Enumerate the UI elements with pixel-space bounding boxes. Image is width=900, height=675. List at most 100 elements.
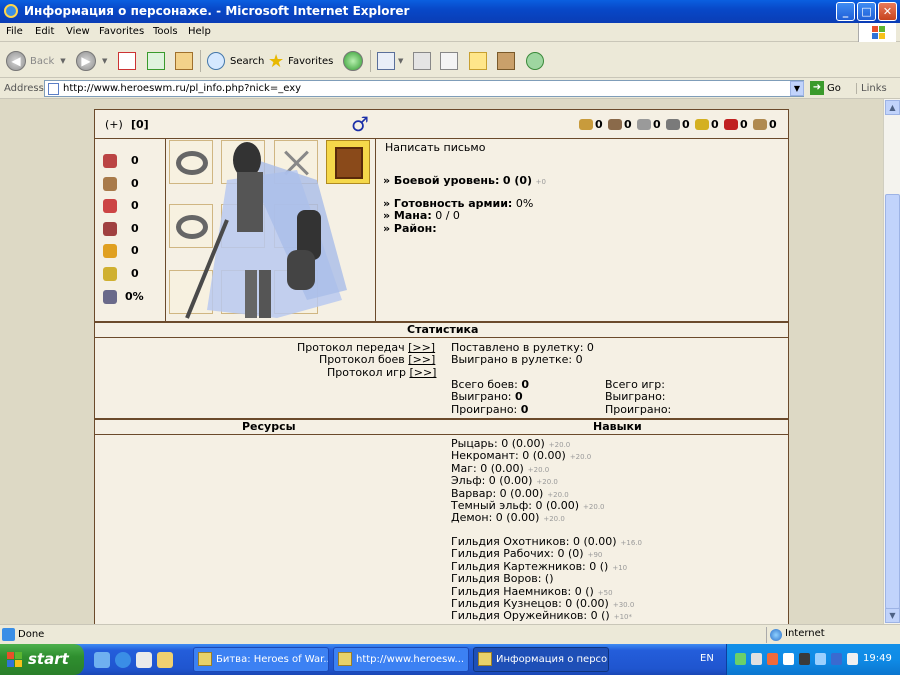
spellpower-icon [103, 199, 117, 214]
health-value: 0% [125, 289, 144, 303]
quicklaunch-ie-icon[interactable] [115, 652, 131, 668]
tray-volume-icon[interactable] [751, 653, 762, 665]
quicklaunch-media-icon[interactable] [136, 652, 152, 668]
address-input[interactable]: http://www.heroeswm.ru/pl_info.php?nick=… [44, 80, 804, 97]
scroll-down-button[interactable]: ▼ [885, 608, 900, 623]
research-button[interactable] [497, 50, 515, 72]
print-button[interactable] [413, 50, 431, 72]
menu-favorites[interactable]: Favorites [99, 26, 144, 37]
scroll-thumb[interactable] [885, 194, 900, 609]
menu-tools[interactable]: Tools [153, 26, 178, 37]
address-bar: Address http://www.heroeswm.ru/pl_info.p… [0, 79, 900, 99]
status-bar: Done Internet [0, 624, 900, 644]
battles-won: Выиграно: 0 [451, 390, 523, 403]
menu-file[interactable]: File [6, 26, 23, 37]
morale-icon [103, 267, 117, 281]
menu-view[interactable]: View [66, 26, 90, 37]
refresh-button[interactable] [147, 50, 165, 72]
forward-arrow-icon: ▶ [76, 51, 96, 71]
character-panel: (+) [0] ♂ 0000000 0 0 0 0 0 0 0% Написат… [94, 109, 789, 624]
close-button[interactable]: ✕ [878, 2, 897, 21]
luck-value: 0 [131, 244, 139, 258]
globe-icon [770, 629, 782, 641]
page-done-icon [2, 628, 15, 641]
add-friend-link[interactable]: (+) [105, 118, 123, 131]
home-icon [175, 52, 193, 70]
skills-title: Навыки [593, 420, 642, 433]
tray-app2-icon[interactable] [799, 653, 810, 665]
combat-level-value: 0 (0) [502, 174, 533, 187]
crystal-icon [695, 119, 709, 130]
back-arrow-icon: ◀ [6, 51, 26, 71]
minimize-button[interactable]: _ [836, 2, 855, 21]
menu-edit[interactable]: Edit [35, 26, 54, 37]
links-button[interactable]: Links [856, 83, 887, 94]
forward-button[interactable]: ▶ ▼ [76, 50, 107, 72]
stop-button[interactable] [118, 50, 136, 72]
research-icon [497, 52, 515, 70]
go-button[interactable]: ➜ Go [810, 81, 841, 95]
guild-skill-row: Гильдия Воров: () [451, 572, 554, 586]
clock: 19:49 [863, 653, 892, 664]
guild-skill-row: Гильдия Картежников: 0 () +10 [451, 559, 628, 573]
edit-button[interactable] [440, 50, 458, 72]
task-character-info[interactable]: Информация о персо... [473, 647, 609, 672]
address-dropdown[interactable]: ▼ [790, 81, 804, 96]
resource-gem: 0 [724, 118, 748, 131]
messenger-icon [526, 52, 544, 70]
guild-skill-row: Гильдия Оружейников: 0 () +10* [451, 609, 632, 623]
back-button[interactable]: ◀ Back ▼ [6, 50, 66, 72]
games-protocol: Протокол игр [>>] [327, 366, 437, 379]
tray-network-icon[interactable] [735, 653, 746, 665]
male-gender-icon: ♂ [351, 112, 369, 136]
history-button[interactable] [343, 50, 363, 72]
defense-value: 0 [131, 176, 139, 190]
statistics-title: Статистика [407, 323, 479, 336]
address-label: Address [4, 83, 44, 94]
printer-icon [413, 52, 431, 70]
morale-value: 0 [131, 267, 139, 280]
vertical-scrollbar[interactable]: ▲ ▼ [883, 99, 900, 624]
language-indicator[interactable]: EN [700, 653, 714, 664]
start-button[interactable]: start [0, 644, 84, 675]
mail-button[interactable]: ▼ [377, 50, 403, 72]
tray-security-icon[interactable] [767, 653, 778, 665]
security-zone: Internet [766, 627, 882, 643]
messenger-button[interactable] [526, 50, 544, 72]
scroll-up-button[interactable]: ▲ [885, 100, 900, 115]
guild-skill-row: Гильдия Кузнецов: 0 (0.00) +30.0 [451, 597, 635, 610]
ie-icon [4, 4, 18, 18]
tray-app-icon[interactable] [783, 653, 794, 665]
knight-figure [185, 142, 347, 319]
window-icon [338, 652, 352, 666]
refresh-icon [147, 52, 165, 70]
faction-skill-row: Маг: 0 (0.00) +20.0 [451, 461, 550, 475]
quicklaunch-desktop-icon[interactable] [94, 652, 110, 668]
discuss-button[interactable] [469, 50, 487, 72]
menu-help[interactable]: Help [188, 26, 211, 37]
quicklaunch-folder-icon[interactable] [157, 652, 173, 668]
task-heroes-url[interactable]: http://www.heroesw... [333, 647, 469, 672]
task-heroes-battle[interactable]: Битва: Heroes of War... [193, 647, 329, 672]
toolbar: ◀ Back ▼ ▶ ▼ Search ★ Favorites ▼ [0, 42, 900, 78]
roulette-won: Выиграно в рулетке: 0 [451, 353, 583, 366]
tray-app5-icon[interactable] [847, 653, 858, 665]
write-letter-link[interactable]: Написать письмо [385, 141, 485, 154]
page-icon [48, 83, 59, 95]
home-button[interactable] [175, 50, 193, 72]
knowledge-value: 0 [131, 221, 139, 235]
mercury-icon [637, 119, 651, 130]
games-protocol-link[interactable]: [>>] [409, 366, 436, 379]
battles-protocol: Протокол боев [>>] [319, 353, 436, 366]
maximize-button[interactable]: □ [857, 2, 876, 21]
tray-app3-icon[interactable] [815, 653, 826, 665]
army-ready-value: 0% [515, 197, 534, 210]
favorites-button[interactable]: ★ Favorites [268, 50, 333, 72]
tray-app4-icon[interactable] [831, 653, 842, 665]
knowledge-icon [103, 221, 117, 236]
search-button[interactable]: Search [207, 50, 264, 72]
resources-title: Ресурсы [242, 420, 296, 433]
battles-protocol-link[interactable]: [>>] [408, 353, 435, 366]
faction-skill-row: Рыцарь: 0 (0.00) +20.0 [451, 437, 571, 450]
faction-skill-row: Некромант: 0 (0.00) +20.0 [451, 449, 592, 463]
